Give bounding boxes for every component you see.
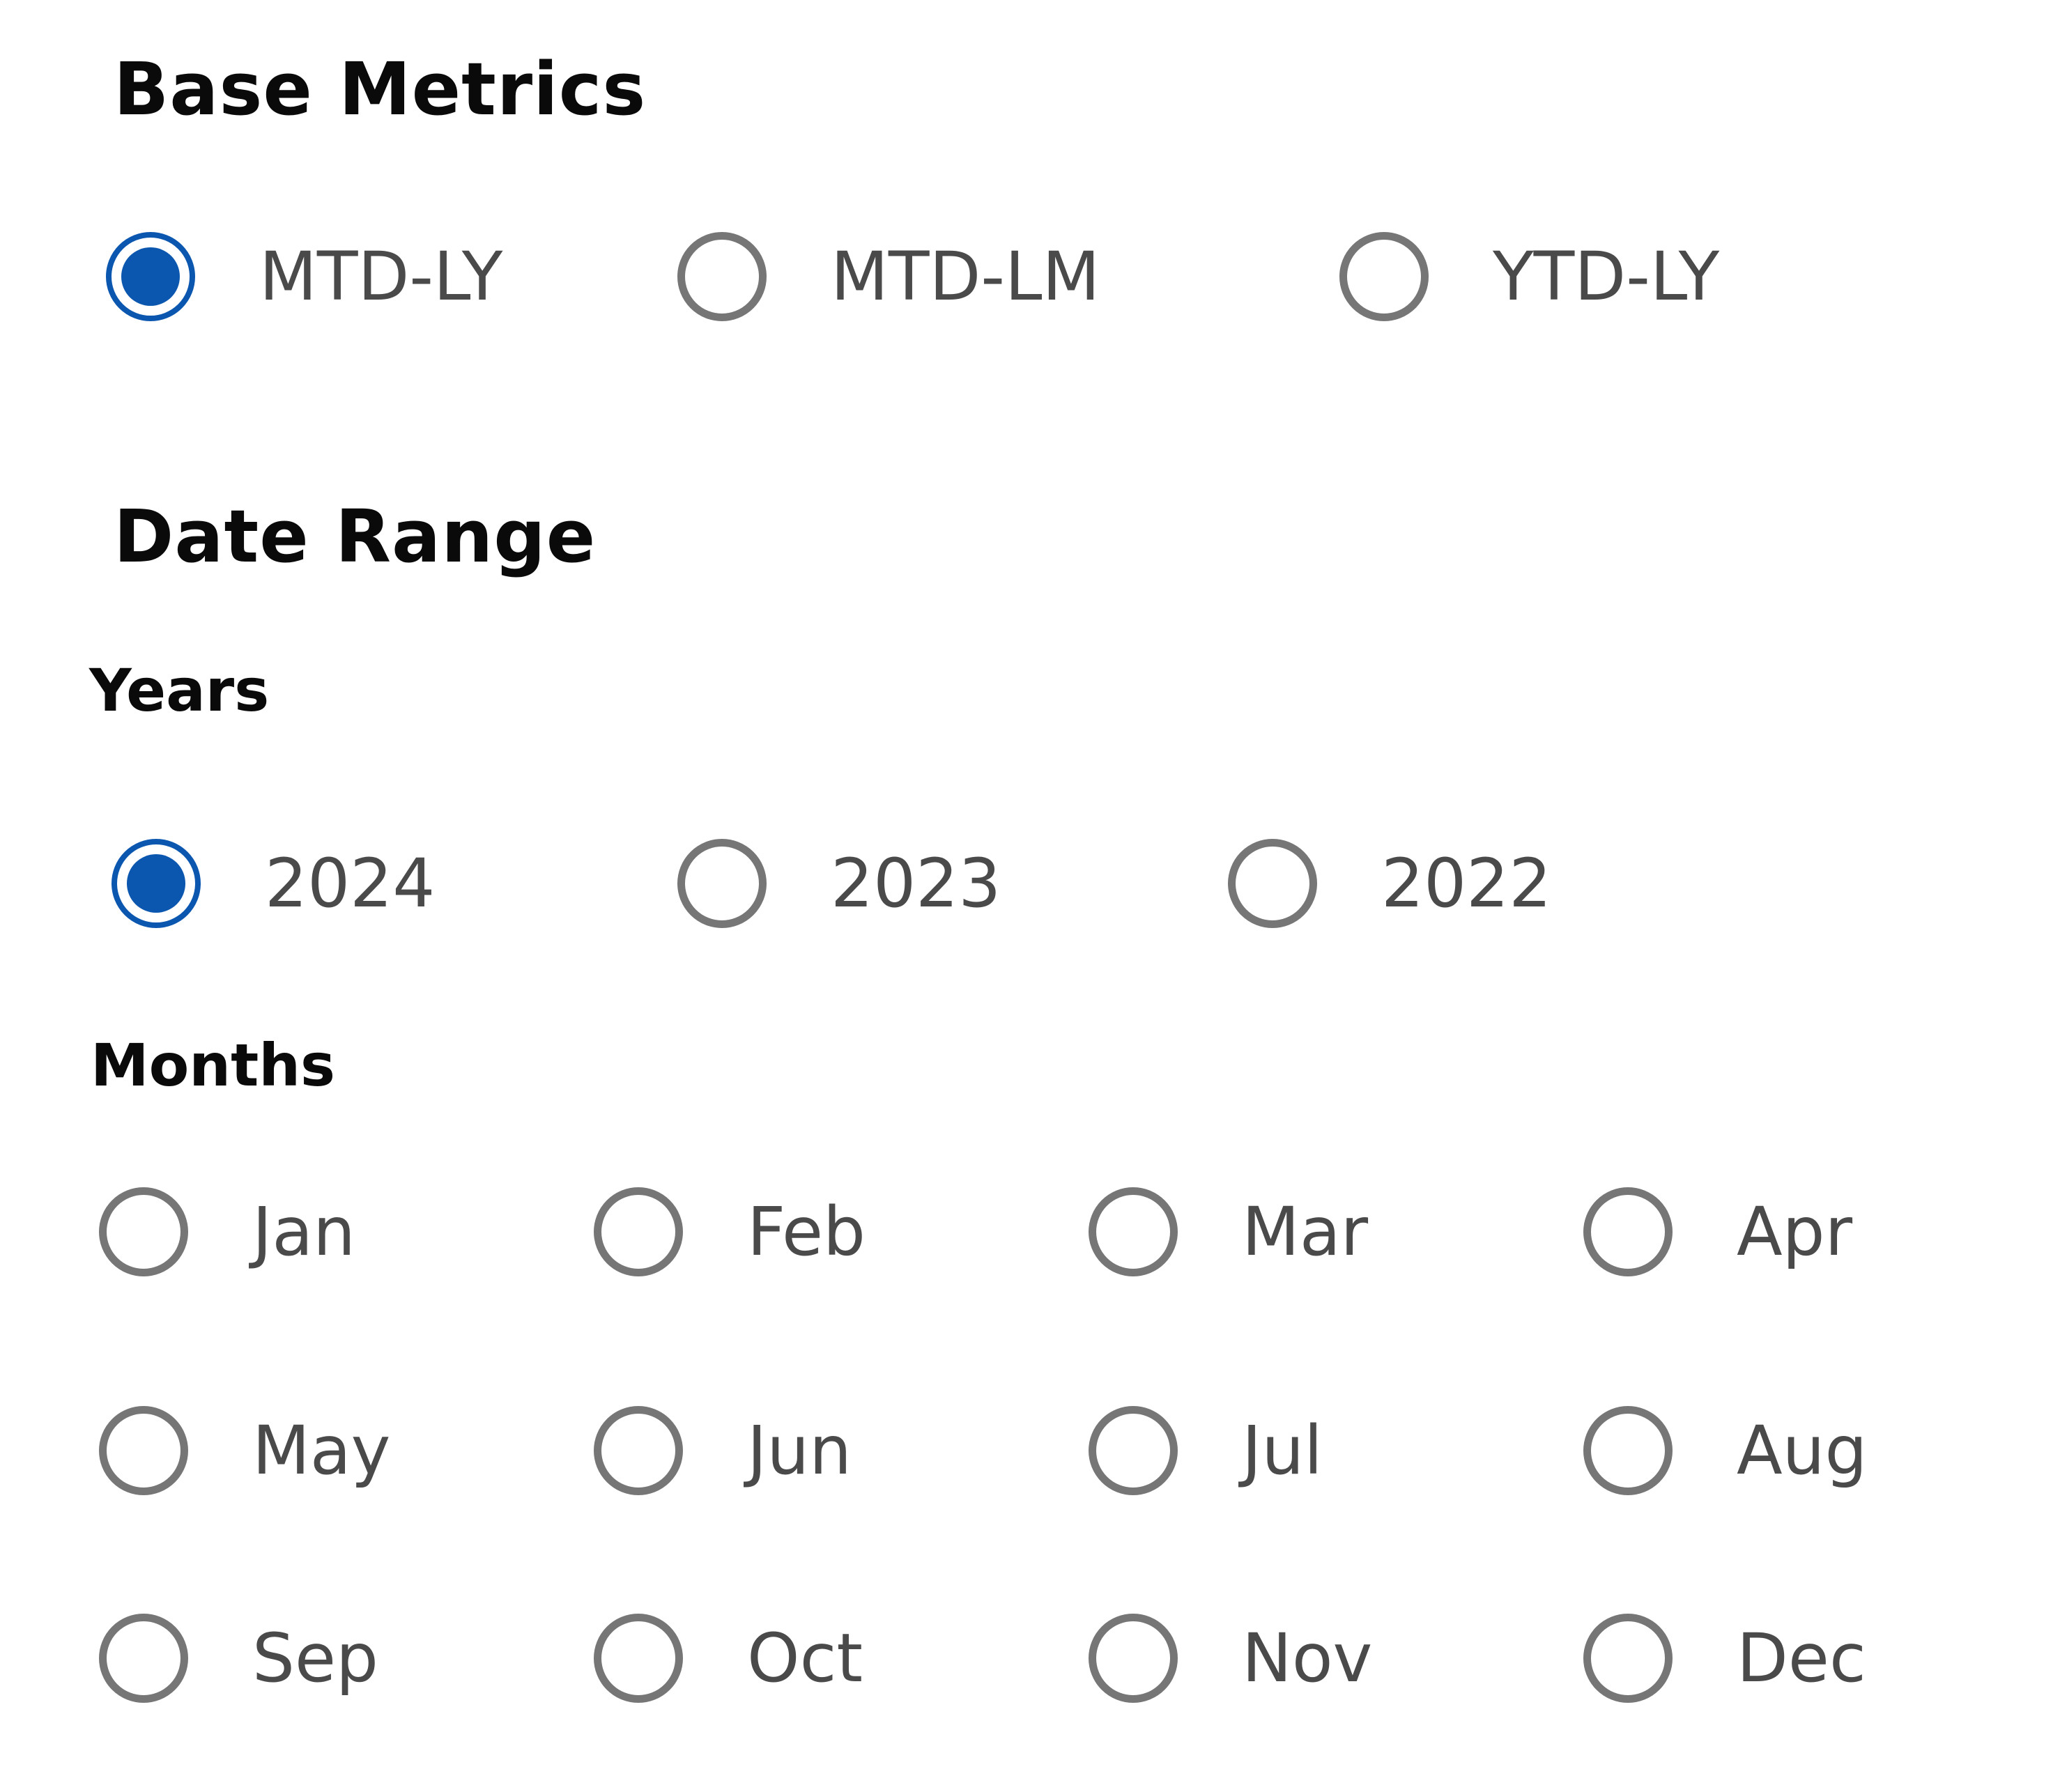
month-option-dec[interactable]: Dec xyxy=(1583,1609,1866,1707)
radio-button[interactable] xyxy=(106,232,195,321)
radio-dot-icon xyxy=(127,854,185,913)
base-metric-label: MTD-LM xyxy=(831,238,1100,316)
base-metrics-heading: Base Metrics xyxy=(114,47,647,132)
month-label: Oct xyxy=(747,1619,863,1697)
year-option-2022[interactable]: 2022 xyxy=(1228,835,1551,932)
radio-button[interactable] xyxy=(1583,1614,1673,1703)
year-label: 2023 xyxy=(831,844,1001,922)
radio-button[interactable] xyxy=(99,1406,188,1495)
month-option-may[interactable]: May xyxy=(99,1402,390,1499)
radio-button[interactable] xyxy=(677,839,767,928)
radio-button[interactable] xyxy=(1583,1187,1673,1276)
radio-button[interactable] xyxy=(112,839,201,928)
month-option-aug[interactable]: Aug xyxy=(1583,1402,1867,1499)
month-label: Mar xyxy=(1242,1193,1369,1271)
radio-button[interactable] xyxy=(1089,1614,1178,1703)
month-option-nov[interactable]: Nov xyxy=(1089,1609,1372,1707)
month-label: Dec xyxy=(1737,1619,1866,1697)
month-label: Jul xyxy=(1242,1412,1323,1490)
radio-button[interactable] xyxy=(99,1614,188,1703)
month-label: Jan xyxy=(252,1193,355,1271)
date-range-heading: Date Range xyxy=(114,494,597,579)
radio-button[interactable] xyxy=(677,232,767,321)
radio-button[interactable] xyxy=(1583,1406,1673,1495)
month-option-feb[interactable]: Feb xyxy=(594,1183,866,1281)
year-label: 2022 xyxy=(1381,844,1552,922)
month-option-oct[interactable]: Oct xyxy=(594,1609,863,1707)
month-label: May xyxy=(252,1412,391,1490)
month-option-jul[interactable]: Jul xyxy=(1089,1402,1323,1499)
radio-button[interactable] xyxy=(594,1187,683,1276)
radio-button[interactable] xyxy=(594,1406,683,1495)
radio-button[interactable] xyxy=(1089,1406,1178,1495)
radio-button[interactable] xyxy=(1228,839,1317,928)
years-heading: Years xyxy=(89,656,270,725)
radio-dot-icon xyxy=(121,247,180,306)
radio-button[interactable] xyxy=(1339,232,1429,321)
year-label: 2024 xyxy=(265,844,436,922)
month-option-jan[interactable]: Jan xyxy=(99,1183,355,1281)
base-metric-label: MTD-LY xyxy=(259,238,503,316)
month-label: Aug xyxy=(1737,1412,1868,1490)
month-label: Sep xyxy=(252,1619,378,1697)
year-option-2024[interactable]: 2024 xyxy=(112,835,435,932)
month-label: Feb xyxy=(747,1193,866,1271)
base-metric-label: YTD-LY xyxy=(1493,238,1720,316)
base-metric-option-mtd-ly[interactable]: MTD-LY xyxy=(106,228,502,325)
radio-button[interactable] xyxy=(99,1187,188,1276)
radio-button[interactable] xyxy=(1089,1187,1178,1276)
month-label: Jun xyxy=(747,1412,852,1490)
month-label: Nov xyxy=(1242,1619,1373,1697)
month-option-mar[interactable]: Mar xyxy=(1089,1183,1368,1281)
base-metric-option-ytd-ly[interactable]: YTD-LY xyxy=(1339,228,1719,325)
base-metric-option-mtd-lm[interactable]: MTD-LM xyxy=(677,228,1100,325)
months-heading: Months xyxy=(91,1031,336,1099)
month-option-sep[interactable]: Sep xyxy=(99,1609,378,1707)
year-option-2023[interactable]: 2023 xyxy=(677,835,1001,932)
month-option-apr[interactable]: Apr xyxy=(1583,1183,1852,1281)
month-option-jun[interactable]: Jun xyxy=(594,1402,852,1499)
radio-button[interactable] xyxy=(594,1614,683,1703)
month-label: Apr xyxy=(1737,1193,1853,1271)
